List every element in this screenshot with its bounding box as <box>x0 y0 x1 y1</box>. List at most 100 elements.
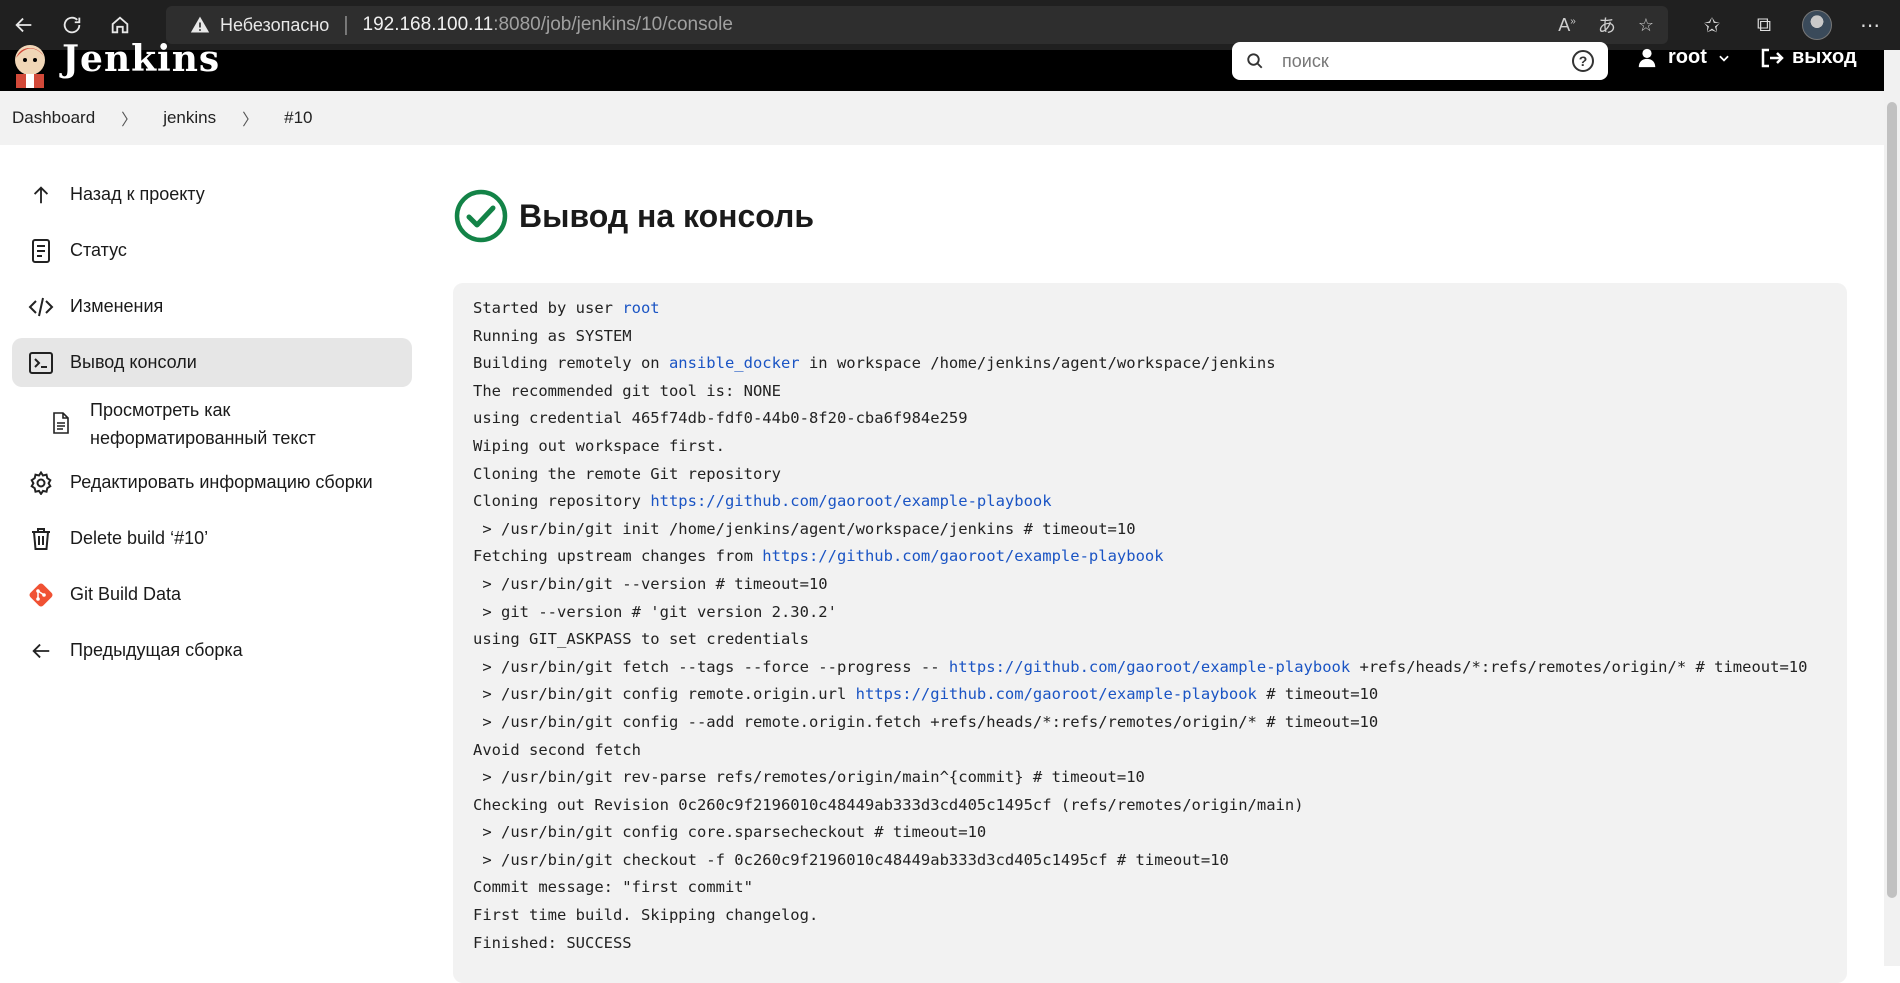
favorite-add-icon[interactable]: ☆ <box>1638 15 1654 36</box>
logout-icon <box>1761 48 1784 67</box>
sidebar-item-changes[interactable]: Изменения <box>12 282 412 331</box>
console-line: > /usr/bin/git checkout -f 0c260c9f21960… <box>473 847 1827 875</box>
console-line: > /usr/bin/git fetch --tags --force --pr… <box>473 654 1827 682</box>
sidebar-item-label: Предыдущая сборка <box>70 640 243 660</box>
console-text: > /usr/bin/git rev-parse refs/remotes/or… <box>473 768 1145 787</box>
sidebar-item-delete-build[interactable]: Delete build ‘#10’ <box>12 514 412 563</box>
collections-icon[interactable]: ⧉ <box>1750 11 1778 39</box>
console-text: Running as SYSTEM <box>473 326 632 345</box>
console-line: using GIT_ASKPASS to set credentials <box>473 626 1827 654</box>
trash-icon <box>28 526 54 552</box>
breadcrumb-dashboard[interactable]: Dashboard <box>12 108 95 128</box>
jenkins-header: Jenkins поиск ? root выход <box>0 38 1884 91</box>
sidebar-item-label: Редактировать информацию сборки <box>70 472 373 492</box>
console-text: The recommended git tool is: NONE <box>473 381 781 400</box>
console-text: > /usr/bin/git config remote.origin.url <box>473 685 856 704</box>
console-text: > /usr/bin/git init /home/jenkins/agent/… <box>473 519 1136 538</box>
console-text: Finished: SUCCESS <box>473 933 632 952</box>
read-aloud-icon[interactable]: A» <box>1558 15 1576 36</box>
document-icon <box>28 238 54 264</box>
sidebar-item-label: Git Build Data <box>70 584 182 604</box>
console-link[interactable]: https://github.com/gaoroot/example-playb… <box>856 685 1257 703</box>
search-input[interactable]: поиск ? <box>1232 42 1608 80</box>
page-scrollbar[interactable] <box>1884 50 1900 966</box>
code-icon <box>28 294 54 320</box>
console-text: > /usr/bin/git config --add remote.origi… <box>473 712 1379 731</box>
console-line: > /usr/bin/git --version # timeout=10 <box>473 571 1827 599</box>
git-icon <box>28 582 54 608</box>
sidebar-item-status[interactable]: Статус <box>12 226 412 275</box>
translate-icon[interactable]: あ <box>1598 12 1616 38</box>
sidebar-item-label: Назад к проекту <box>70 184 205 204</box>
jenkins-logo-icon[interactable] <box>10 40 52 88</box>
console-text: Checking out Revision 0c260c9f2196010c48… <box>473 795 1304 814</box>
insecure-label: Небезопасно <box>220 14 330 35</box>
success-check-icon <box>454 189 508 243</box>
console-text: Fetching upstream changes from <box>473 547 763 566</box>
back-icon[interactable] <box>4 5 44 45</box>
sidebar-sub-label-line1: Просмотреть как <box>90 400 231 420</box>
console-text: > /usr/bin/git --version # timeout=10 <box>473 574 828 593</box>
console-line: Cloning the remote Git repository <box>473 461 1827 489</box>
console-line: > /usr/bin/git rev-parse refs/remotes/or… <box>473 764 1827 792</box>
user-name: root <box>1668 46 1707 68</box>
sidebar-item-console-output[interactable]: Вывод консоли <box>12 338 412 387</box>
console-line: Avoid second fetch <box>473 737 1827 765</box>
user-icon <box>1638 48 1656 67</box>
sidebar-item-previous-build[interactable]: Предыдущая сборка <box>12 626 412 675</box>
sidebar-item-label: Delete build ‘#10’ <box>70 528 209 548</box>
console-text: using GIT_ASKPASS to set credentials <box>473 630 809 649</box>
console-link[interactable]: https://github.com/gaoroot/example-playb… <box>762 547 1163 565</box>
console-link[interactable]: https://github.com/gaoroot/example-playb… <box>949 658 1350 676</box>
sidebar-item-git-build-data[interactable]: Git Build Data <box>12 570 412 619</box>
scroll-thumb[interactable] <box>1887 102 1897 898</box>
console-line: Cloning repository https://github.com/ga… <box>473 488 1827 516</box>
arrow-up-icon <box>28 182 54 208</box>
console-link[interactable]: https://github.com/gaoroot/example-playb… <box>650 492 1051 510</box>
terminal-icon <box>28 350 54 376</box>
console-line: Wiping out workspace first. <box>473 433 1827 461</box>
breadcrumb-job[interactable]: jenkins <box>163 108 216 128</box>
console-link[interactable]: root <box>622 299 659 317</box>
sidebar-item-label: Статус <box>70 240 127 260</box>
console-text: > git --version # 'git version 2.30.2' <box>473 602 837 621</box>
favorites-icon[interactable]: ✩ <box>1698 11 1726 39</box>
search-icon <box>1247 53 1263 69</box>
breadcrumb: Dashboard 〉 jenkins 〉 #10 <box>0 91 1884 145</box>
warning-icon <box>190 15 210 35</box>
user-menu[interactable]: root <box>1636 46 1731 69</box>
console-line: Checking out Revision 0c260c9f2196010c48… <box>473 792 1827 820</box>
console-line: > /usr/bin/git init /home/jenkins/agent/… <box>473 516 1827 544</box>
address-bar[interactable]: Небезопасно | 192.168.100.11 :8080/job/j… <box>166 6 1668 44</box>
page-title: Вывод на консоль <box>519 197 815 234</box>
console-line: Started by user root <box>473 295 1827 323</box>
console-text: > /usr/bin/git config core.sparsecheckou… <box>473 823 987 842</box>
url-path: :8080/job/jenkins/10/console <box>493 14 733 35</box>
help-icon[interactable]: ? <box>1572 50 1594 72</box>
console-line: The recommended git tool is: NONE <box>473 378 1827 406</box>
more-menu-icon[interactable]: ⋯ <box>1856 11 1884 39</box>
url-host: 192.168.100.11 <box>362 14 494 35</box>
console-line: Commit message: "first commit" <box>473 874 1827 902</box>
logout-button[interactable]: выход <box>1760 46 1857 69</box>
sidebar-item-view-plain-text[interactable]: Просмотреть как неформатированный текст <box>12 394 412 454</box>
profile-avatar[interactable] <box>1802 10 1832 40</box>
console-line: using credential 465f74db-fdf0-44b0-8f20… <box>473 405 1827 433</box>
sidebar: Назад к проекту Статус Изменения Вывод к… <box>12 170 412 682</box>
app-title[interactable]: Jenkins <box>62 38 220 80</box>
console-line: Running as SYSTEM <box>473 323 1827 351</box>
sidebar-item-label: Изменения <box>70 296 164 316</box>
console-link[interactable]: ansible_docker <box>669 354 800 372</box>
page-heading: Вывод на консоль <box>453 188 814 244</box>
sidebar-item-back-to-project[interactable]: Назад к проекту <box>12 170 412 219</box>
breadcrumb-build[interactable]: #10 <box>284 108 312 128</box>
console-text: Building remotely on <box>473 354 669 373</box>
url-separator: | <box>343 13 349 36</box>
console-line: Finished: SUCCESS <box>473 930 1827 958</box>
sidebar-item-edit-build-info[interactable]: Редактировать информацию сборки <box>12 458 412 507</box>
chevron-down-icon <box>1719 55 1729 62</box>
console-text: Avoid second fetch <box>473 740 641 759</box>
console-line: > git --version # 'git version 2.30.2' <box>473 599 1827 627</box>
file-text-icon <box>52 412 72 436</box>
console-text: using credential 465f74db-fdf0-44b0-8f20… <box>473 409 968 428</box>
